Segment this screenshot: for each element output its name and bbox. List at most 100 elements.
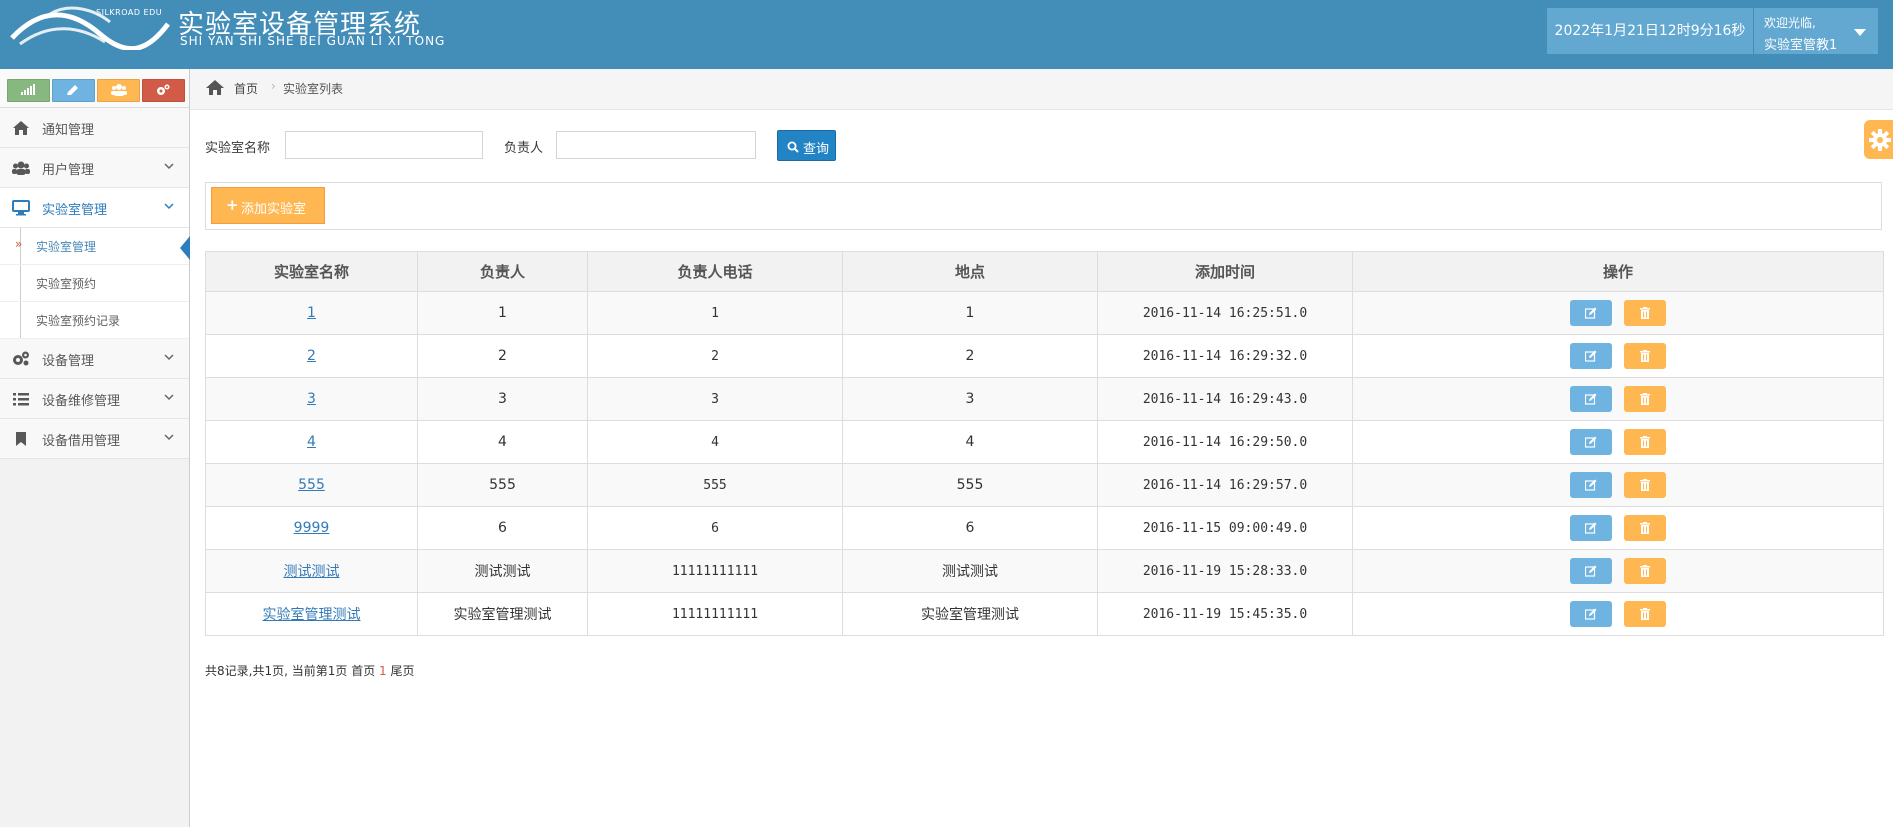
sidebar-item-device[interactable]: 设备管理 [0,339,189,379]
delete-button[interactable] [1624,429,1666,455]
pencil-icon [67,85,78,95]
delete-button[interactable] [1624,515,1666,541]
actions-cell [1352,334,1884,378]
breadcrumb-current: 实验室列表 [283,82,344,96]
time-cell: 2016-11-14 16:29:43.0 [1097,377,1353,421]
gear-icon [1869,129,1891,151]
lab-name-link[interactable]: 1 [307,305,316,321]
lab-name-link[interactable]: 2 [307,348,316,364]
chevron-down-icon [164,203,174,210]
actions-cell [1352,377,1884,421]
sub-item-lab-manage[interactable]: » 实验室管理 [0,228,190,265]
edit-button[interactable] [1570,429,1612,455]
clock-display: 2022年1月21日12时9分16秒 [1547,8,1753,54]
edit-button[interactable] [1570,343,1612,369]
trash-icon [1640,393,1650,405]
breadcrumb-home-link[interactable]: 首页 [234,80,258,97]
edit-icon [1585,608,1597,620]
edit-button[interactable] [1570,601,1612,627]
sidebar-item-label: 通知管理 [42,123,95,138]
location-cell: 555 [842,463,1098,507]
sidebar-item-borrow[interactable]: 设备借用管理 [0,419,189,459]
sidebar-item-label: 设备借用管理 [42,434,121,449]
time-cell: 2016-11-19 15:45:35.0 [1097,592,1353,636]
search-button-label: 查询 [803,142,830,157]
delete-button[interactable] [1624,601,1666,627]
pager-summary: 共8记录,共1页, 当前第1页 [205,664,348,678]
edit-button[interactable] [1570,515,1612,541]
list-icon [13,393,29,406]
add-lab-button[interactable]: + 添加实验室 [211,187,325,224]
lab-name-input[interactable] [285,131,483,159]
sidebar-item-users[interactable]: 用户管理 [0,148,189,188]
shortcut-users-button[interactable] [97,79,140,102]
delete-button[interactable] [1624,558,1666,584]
table-row: 3 3 3 3 2016-11-14 16:29:43.0 [205,377,1884,421]
lab-name-link[interactable]: 555 [298,477,325,493]
sidebar-item-notice[interactable]: 通知管理 [0,108,189,148]
actions-cell [1352,291,1884,335]
edit-button[interactable] [1570,558,1612,584]
shortcut-settings-button[interactable] [142,79,185,102]
breadcrumb-separator: › [271,79,276,93]
settings-toggle[interactable] [1864,120,1893,159]
actions-cell [1352,592,1884,636]
edit-button[interactable] [1570,386,1612,412]
sub-item-lab-reserve-record[interactable]: 实验室预约记录 [0,302,189,339]
sidebar-item-repair[interactable]: 设备维修管理 [0,379,189,419]
phone-cell: 2 [587,334,843,378]
sidebar-item-label: 实验室管理 [42,203,108,218]
pager-first-link[interactable]: 首页 [351,664,375,678]
column-header: 实验室名称 [205,251,418,292]
trash-icon [1640,436,1650,448]
lab-name-link[interactable]: 实验室管理测试 [263,607,361,623]
sub-item-lab-reserve[interactable]: 实验室预约 [0,265,189,302]
shortcut-edit-button[interactable] [52,79,95,102]
shortcut-stats-button[interactable] [7,79,50,102]
pager-current-page[interactable]: 1 [379,664,387,678]
cogs-icon [157,84,170,95]
pager-last-link[interactable]: 尾页 [391,664,415,678]
table-row: 1 1 1 1 2016-11-14 16:25:51.0 [205,291,1884,335]
sub-item-label: 实验室预约记录 [36,314,121,328]
edit-button[interactable] [1570,472,1612,498]
owner-cell: 2 [417,334,588,378]
owner-cell: 6 [417,506,588,550]
chevron-down-icon [164,354,174,361]
active-pointer [180,236,190,260]
phone-cell: 3 [587,377,843,421]
trash-icon [1640,479,1650,491]
phone-cell: 4 [587,420,843,464]
time-cell: 2016-11-14 16:29:57.0 [1097,463,1353,507]
edit-button[interactable] [1570,300,1612,326]
delete-button[interactable] [1624,343,1666,369]
lab-name-link[interactable]: 测试测试 [284,564,340,580]
time-cell: 2016-11-14 16:25:51.0 [1097,291,1353,335]
lab-submenu: » 实验室管理 实验室预约 实验室预约记录 [0,228,190,339]
edit-icon [1585,436,1597,448]
delete-button[interactable] [1624,386,1666,412]
location-cell: 1 [842,291,1098,335]
lab-name-label: 实验室名称 [205,141,271,156]
trash-icon [1640,307,1650,319]
lab-name-link[interactable]: 3 [307,391,316,407]
owner-input[interactable] [556,131,756,159]
delete-button[interactable] [1624,472,1666,498]
actions-cell [1352,420,1884,464]
chevron-down-icon [164,394,174,401]
edit-icon [1585,565,1597,577]
time-cell: 2016-11-15 09:00:49.0 [1097,506,1353,550]
column-header: 地点 [842,251,1098,292]
user-menu[interactable]: 欢迎光临, 实验室管教1 [1754,8,1878,54]
table-row: 2 2 2 2 2016-11-14 16:29:32.0 [205,334,1884,378]
sidebar-item-lab[interactable]: 实验室管理 [0,188,189,228]
sidebar: 通知管理 用户管理 实验室管理 » 实验室管理 实验室预约 实验室预约记录 设备… [0,69,190,827]
lab-name-link[interactable]: 9999 [294,520,330,536]
caret-down-icon [1854,29,1866,36]
lab-table: 实验室名称 负责人 负责人电话 地点 添加时间 操作 1 1 1 1 2016-… [205,251,1884,636]
breadcrumb: 首页 › 实验室列表 [190,69,1893,110]
delete-button[interactable] [1624,300,1666,326]
search-button[interactable]: 查询 [777,130,836,161]
lab-name-link[interactable]: 4 [307,434,316,450]
chevron-down-icon [164,163,174,170]
